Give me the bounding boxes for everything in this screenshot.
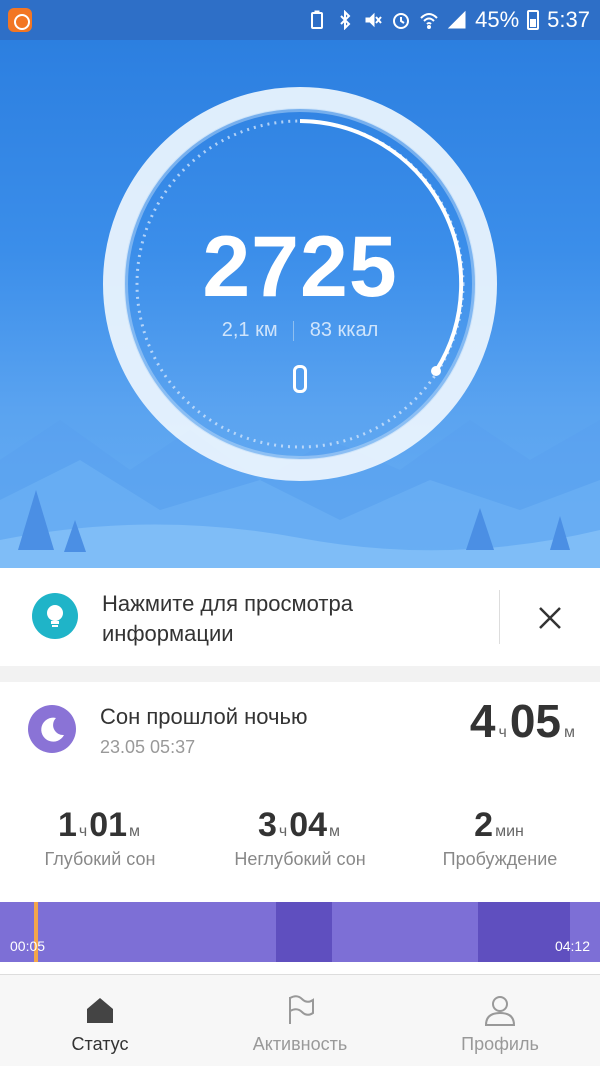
tip-text-line1: Нажмите для просмотра [102, 591, 353, 616]
nav-profile[interactable]: Профиль [400, 975, 600, 1066]
nav-status-label: Статус [71, 1034, 129, 1054]
mi-band-icon [293, 365, 307, 393]
wifi-icon [419, 9, 439, 31]
hours-unit: ч [498, 724, 507, 741]
info-tip-card[interactable]: Нажмите для просмотра информации [0, 568, 600, 666]
steps-count: 2725 [202, 219, 398, 315]
timeline-start: 00:05 [10, 938, 46, 954]
bluetooth-icon [335, 9, 355, 31]
steps-hero[interactable]: 2725 2,1 км 83 ккал [0, 40, 600, 568]
minutes-unit: м [564, 724, 575, 741]
nav-profile-label: Профиль [461, 1034, 539, 1054]
person-icon [484, 996, 516, 1026]
total-hours: 4 [469, 695, 496, 747]
battery-saver-icon [307, 9, 327, 31]
home-icon [87, 998, 113, 1023]
deep-sleep-stat: 1 ч01 м Глубокий сон [0, 806, 200, 870]
mute-icon [363, 9, 383, 31]
status-bar: 45% 5:37 [0, 0, 600, 40]
svg-text:z: z [56, 720, 60, 729]
deep-sleep-label: Глубокий сон [44, 849, 156, 869]
sleep-date: 23.05 05:37 [100, 737, 196, 757]
lightbulb-icon [32, 593, 78, 639]
timeline-end: 04:12 [554, 938, 590, 954]
calories-unit: ккал [337, 319, 379, 341]
deep-sleep-segment [276, 902, 332, 962]
battery-percent: 45% [475, 7, 520, 32]
moon-icon: z [28, 705, 76, 753]
flag-icon [289, 995, 314, 1024]
calories-value: 83 [309, 319, 332, 341]
clock: 5:37 [547, 7, 590, 32]
sleep-title: Сон прошлой ночью [100, 704, 308, 729]
awake-label: Пробуждение [442, 849, 558, 869]
distance-value: 2,1 [221, 319, 250, 341]
alarm-icon [391, 9, 411, 31]
bottom-navigation: Статус Активность Профиль [0, 974, 600, 1066]
total-minutes: 05 [509, 695, 561, 747]
signal-icon [447, 9, 467, 31]
tip-text: Нажмите для просмотра информации [102, 589, 462, 649]
distance-calories: 2,1 км 83 ккал [0, 319, 600, 342]
tip-divider [499, 590, 500, 644]
sleep-total-duration: 4 ч05 м [470, 694, 578, 748]
light-sleep-stat: 3 ч04 м Неглубокий сон [200, 806, 400, 870]
battery-icon [527, 10, 540, 30]
sleep-card[interactable]: z Сон прошлой ночью 23.05 05:37 4 ч05 м 1ч… [0, 682, 600, 974]
nav-activity-label: Активность [252, 1034, 348, 1054]
nav-activity[interactable]: Активность [200, 975, 400, 1066]
mi-fit-notification-icon [8, 8, 32, 32]
nav-status[interactable]: Статус [0, 975, 200, 1066]
sleep-timeline[interactable]: 00:05 04:12 [0, 902, 600, 962]
distance-unit: км [255, 319, 278, 341]
stats-divider [293, 320, 295, 341]
light-sleep-label: Неглубокий сон [234, 849, 366, 869]
tip-text-line2: информации [102, 621, 234, 646]
awake-stat: 2 мин Пробуждение [400, 806, 600, 870]
close-icon[interactable] [534, 602, 566, 634]
